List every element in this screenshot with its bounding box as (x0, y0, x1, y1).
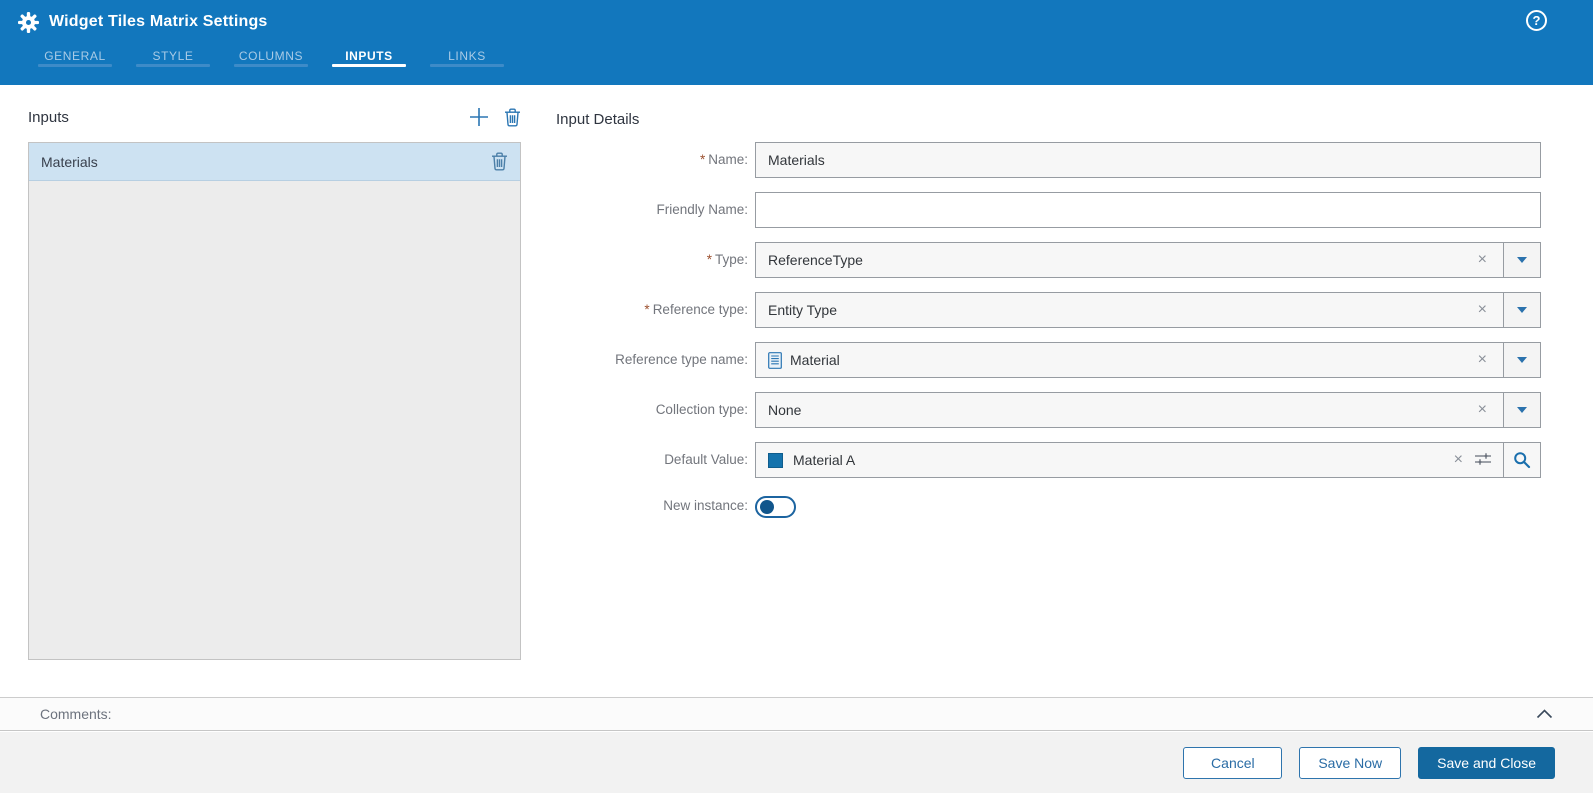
type-dropdown-button[interactable] (1503, 243, 1540, 277)
required-marker: * (706, 252, 712, 267)
new-instance-toggle[interactable] (755, 496, 796, 518)
delete-row-button[interactable] (491, 152, 508, 171)
add-input-button[interactable] (468, 106, 504, 128)
trash-icon (492, 152, 507, 171)
chevron-up-icon[interactable] (1536, 709, 1553, 719)
default-value-search-button[interactable] (1503, 443, 1540, 477)
field-row-friendly-name: Friendly Name: (556, 192, 1541, 228)
list-item-materials[interactable]: Materials (29, 143, 520, 181)
clear-icon[interactable]: × (1472, 400, 1493, 420)
field-row-collection-type: Collection type: None × (556, 392, 1541, 428)
name-input[interactable] (755, 142, 1541, 178)
type-value: ReferenceType (768, 252, 863, 268)
tab-strip: GENERAL STYLE COLUMNS INPUTS LINKS (0, 44, 1593, 73)
inputs-panel-header: Inputs (28, 106, 521, 128)
delete-inputs-button[interactable] (504, 108, 521, 127)
type-label: * Type: (706, 252, 748, 267)
search-icon (1514, 452, 1531, 469)
required-marker: * (699, 152, 706, 167)
gear-icon (18, 11, 39, 33)
comments-label: Comments: (40, 706, 112, 722)
material-swatch-icon (768, 452, 783, 468)
chevron-down-icon (1517, 307, 1527, 313)
comments-expander[interactable]: Comments: (0, 697, 1593, 731)
field-row-name: * Name: (556, 142, 1541, 178)
tab-general[interactable]: GENERAL (38, 44, 112, 73)
tune-icon[interactable] (1473, 451, 1493, 469)
cancel-button[interactable]: Cancel (1183, 746, 1283, 779)
field-row-reference-type-name: Reference type name: Material × (556, 342, 1541, 378)
reference-type-dropdown-button[interactable] (1503, 293, 1540, 327)
field-row-type: * Type: ReferenceType × (556, 242, 1541, 278)
reference-type-name-dropdown-button[interactable] (1503, 343, 1540, 377)
document-icon (768, 351, 782, 369)
chevron-down-icon (1517, 257, 1527, 263)
reference-type-name-label: Reference type name: (615, 352, 748, 367)
input-details-form: *Name: Friendly Name: *Type: ReferenceTy… (556, 142, 1541, 542)
toggle-knob (760, 500, 774, 514)
reference-type-label: * Reference type: (644, 302, 748, 317)
tab-links[interactable]: LINKS (430, 44, 504, 73)
tab-style[interactable]: STYLE (136, 44, 210, 73)
field-row-reference-type: * Reference type: Entity Type × (556, 292, 1541, 328)
clear-icon[interactable]: × (1472, 300, 1493, 320)
help-icon[interactable]: ? (1526, 10, 1547, 31)
clear-icon[interactable]: × (1472, 250, 1493, 270)
trash-icon (505, 108, 520, 126)
new-instance-label: New instance: (663, 498, 748, 513)
save-and-close-button[interactable]: Save and Close (1418, 746, 1555, 779)
details-panel-title: Input Details (556, 111, 640, 128)
inputs-list: Materials (28, 142, 521, 660)
collection-type-combobox[interactable]: None × (755, 392, 1541, 428)
name-label: * Name: (699, 152, 748, 167)
reference-type-value: Entity Type (768, 302, 838, 318)
collection-type-dropdown-button[interactable] (1503, 393, 1540, 427)
inputs-panel-title: Inputs (28, 108, 69, 126)
default-value-picker[interactable]: Material A × (755, 442, 1541, 478)
collection-type-value: None (768, 402, 802, 418)
dialog-title-bar: Widget Tiles Matrix Settings (0, 0, 1593, 44)
friendly-name-label: Friendly Name: (656, 202, 748, 217)
required-marker: * (644, 302, 650, 317)
clear-icon[interactable]: × (1448, 450, 1469, 470)
field-row-default-value: Default Value: Material A × (556, 442, 1541, 478)
dialog-footer: Cancel Save Now Save and Close (0, 732, 1593, 793)
reference-type-name-value: Material (790, 352, 840, 368)
chevron-down-icon (1517, 407, 1527, 413)
reference-type-combobox[interactable]: Entity Type × (755, 292, 1541, 328)
plus-icon (470, 108, 488, 126)
field-row-new-instance: New instance: (556, 492, 1541, 528)
reference-type-name-combobox[interactable]: Material × (755, 342, 1541, 378)
default-value-value: Material A (793, 452, 856, 468)
tab-columns[interactable]: COLUMNS (234, 44, 308, 73)
clear-icon[interactable]: × (1472, 350, 1493, 370)
friendly-name-input[interactable] (755, 192, 1541, 228)
collection-type-label: Collection type: (655, 402, 748, 417)
default-value-label: Default Value: (664, 452, 748, 467)
tab-inputs[interactable]: INPUTS (332, 44, 406, 73)
save-now-button[interactable]: Save Now (1299, 746, 1402, 779)
chevron-down-icon (1517, 357, 1527, 363)
dialog-header: Widget Tiles Matrix Settings ? GENERAL S… (0, 0, 1593, 85)
dialog-title: Widget Tiles Matrix Settings (49, 13, 268, 30)
list-item-label: Materials (41, 153, 98, 170)
type-combobox[interactable]: ReferenceType × (755, 242, 1541, 278)
